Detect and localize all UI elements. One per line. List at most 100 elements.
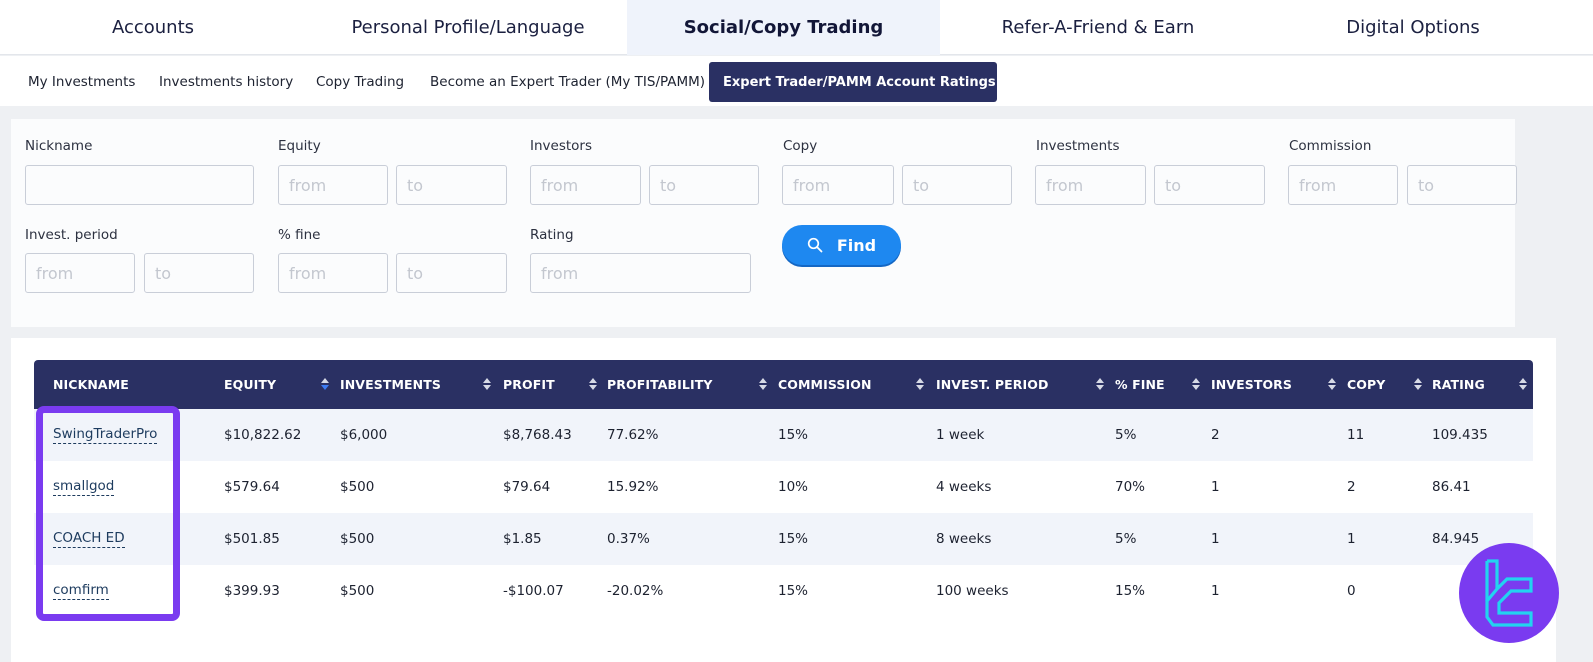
cell-investors: 1 — [1211, 479, 1220, 495]
sort-icon-commission[interactable] — [916, 377, 924, 391]
col-rating[interactable]: RATING — [1432, 360, 1485, 409]
cell-fine: 5% — [1115, 427, 1137, 443]
tab-digital-options[interactable]: Digital Options — [1258, 0, 1568, 55]
col-investments[interactable]: INVESTMENTS — [340, 360, 441, 409]
sort-icon-invest-period[interactable] — [1096, 377, 1104, 391]
subnav-become-expert-trader[interactable]: Become an Expert Trader (My TIS/PAMM) — [430, 62, 705, 102]
invest-period-from-input[interactable] — [25, 253, 135, 293]
equity-label: Equity — [278, 138, 321, 154]
col-investors[interactable]: INVESTORS — [1211, 360, 1292, 409]
cell-commission: 15% — [778, 531, 809, 547]
table-row: SwingTraderPro $10,822.62 $6,000 $8,768.… — [34, 409, 1533, 461]
find-button-label: Find — [836, 235, 877, 255]
table-header: NICKNAME EQUITY INVESTMENTS PROFIT PROFI… — [34, 360, 1533, 409]
col-commission[interactable]: COMMISSION — [778, 360, 872, 409]
table-row: smallgod $579.64 $500 $79.64 15.92% 10% … — [34, 461, 1533, 513]
table-row: comfirm $399.93 $500 -$100.07 -20.02% 15… — [34, 565, 1533, 617]
rating-label: Rating — [530, 227, 574, 243]
equity-from-input[interactable] — [278, 165, 388, 205]
cell-invest-period: 1 week — [936, 427, 985, 443]
cell-commission: 10% — [778, 479, 809, 495]
sort-icon-rating[interactable] — [1519, 377, 1527, 391]
investors-from-input[interactable] — [530, 165, 641, 205]
subnav-copy-trading[interactable]: Copy Trading — [316, 62, 404, 102]
col-profit[interactable]: PROFIT — [503, 360, 555, 409]
sort-icon-equity[interactable] — [321, 377, 329, 391]
cell-investors: 2 — [1211, 427, 1220, 443]
cell-rating: 86.41 — [1432, 479, 1471, 495]
copy-to-input[interactable] — [902, 165, 1012, 205]
investments-to-input[interactable] — [1154, 165, 1265, 205]
trader-nickname-link[interactable]: smallgod — [53, 478, 115, 496]
trader-nickname-link[interactable]: comfirm — [53, 582, 109, 600]
cell-commission: 15% — [778, 583, 809, 599]
sort-icon-investments[interactable] — [483, 377, 491, 391]
subnav-investments-history[interactable]: Investments history — [159, 62, 293, 102]
cell-investors: 1 — [1211, 583, 1220, 599]
copy-label: Copy — [783, 138, 818, 154]
cell-equity: $399.93 — [224, 583, 280, 599]
brand-logo-icon — [1459, 543, 1559, 643]
tab-accounts[interactable]: Accounts — [0, 0, 306, 55]
investments-label: Investments — [1036, 138, 1120, 154]
fine-label: % fine — [278, 227, 321, 243]
cell-equity: $501.85 — [224, 531, 280, 547]
cell-copy: 2 — [1347, 479, 1356, 495]
sort-icon-profit[interactable] — [589, 377, 597, 391]
find-button[interactable]: Find — [782, 225, 901, 265]
fine-to-input[interactable] — [396, 253, 507, 293]
table-row: COACH ED $501.85 $500 $1.85 0.37% 15% 8 … — [34, 513, 1533, 565]
cell-investments: $500 — [340, 531, 375, 547]
fine-from-input[interactable] — [278, 253, 388, 293]
col-fine[interactable]: % FINE — [1115, 360, 1165, 409]
cell-invest-period: 8 weeks — [936, 531, 992, 547]
sort-icon-fine[interactable] — [1192, 377, 1200, 391]
cell-profitability: -20.02% — [607, 583, 664, 599]
col-invest-period[interactable]: INVEST. PERIOD — [936, 360, 1048, 409]
cell-profitability: 77.62% — [607, 427, 659, 443]
cell-investments: $500 — [340, 583, 375, 599]
sort-icon-copy[interactable] — [1414, 377, 1422, 391]
cell-profit: $1.85 — [503, 531, 542, 547]
subnav-expert-trader-ratings[interactable]: Expert Trader/PAMM Account Ratings — [709, 62, 997, 102]
commission-from-input[interactable] — [1288, 165, 1398, 205]
cell-copy: 0 — [1347, 583, 1356, 599]
trader-nickname-link[interactable]: COACH ED — [53, 530, 125, 548]
cell-copy: 1 — [1347, 531, 1356, 547]
sort-icon-investors[interactable] — [1328, 377, 1336, 391]
cell-profit: -$100.07 — [503, 583, 564, 599]
sort-icon-profitability[interactable] — [759, 377, 767, 391]
cell-investments: $500 — [340, 479, 375, 495]
cell-profitability: 15.92% — [607, 479, 659, 495]
tab-social-copy-trading[interactable]: Social/Copy Trading — [627, 0, 940, 55]
cell-equity: $10,822.62 — [224, 427, 302, 443]
commission-to-input[interactable] — [1407, 165, 1517, 205]
equity-to-input[interactable] — [396, 165, 507, 205]
col-equity[interactable]: EQUITY — [224, 360, 276, 409]
investments-from-input[interactable] — [1035, 165, 1146, 205]
cell-rating: 109.435 — [1432, 427, 1488, 443]
commission-label: Commission — [1289, 138, 1372, 154]
trader-nickname-link[interactable]: SwingTraderPro — [53, 426, 158, 444]
copy-from-input[interactable] — [782, 165, 894, 205]
top-nav: Accounts Personal Profile/Language Socia… — [0, 0, 1593, 55]
table-body: SwingTraderPro $10,822.62 $6,000 $8,768.… — [34, 409, 1533, 617]
page-scroll-gutter — [1556, 338, 1593, 662]
investors-label: Investors — [530, 138, 593, 154]
nickname-input[interactable] — [25, 165, 254, 205]
cell-investors: 1 — [1211, 531, 1220, 547]
cell-profit: $8,768.43 — [503, 427, 572, 443]
ratings-table-panel: NICKNAME EQUITY INVESTMENTS PROFIT PROFI… — [11, 338, 1556, 662]
col-profitability[interactable]: PROFITABILITY — [607, 360, 713, 409]
invest-period-to-input[interactable] — [144, 253, 254, 293]
cell-invest-period: 100 weeks — [936, 583, 1009, 599]
sub-nav: My Investments Investments history Copy … — [0, 56, 1593, 106]
cell-fine: 15% — [1115, 583, 1146, 599]
investors-to-input[interactable] — [649, 165, 759, 205]
col-copy[interactable]: COPY — [1347, 360, 1385, 409]
tab-refer-a-friend[interactable]: Refer-A-Friend & Earn — [944, 0, 1252, 55]
cell-profitability: 0.37% — [607, 531, 650, 547]
subnav-my-investments[interactable]: My Investments — [28, 62, 135, 102]
tab-personal-profile[interactable]: Personal Profile/Language — [314, 0, 622, 55]
rating-from-input[interactable] — [530, 253, 751, 293]
